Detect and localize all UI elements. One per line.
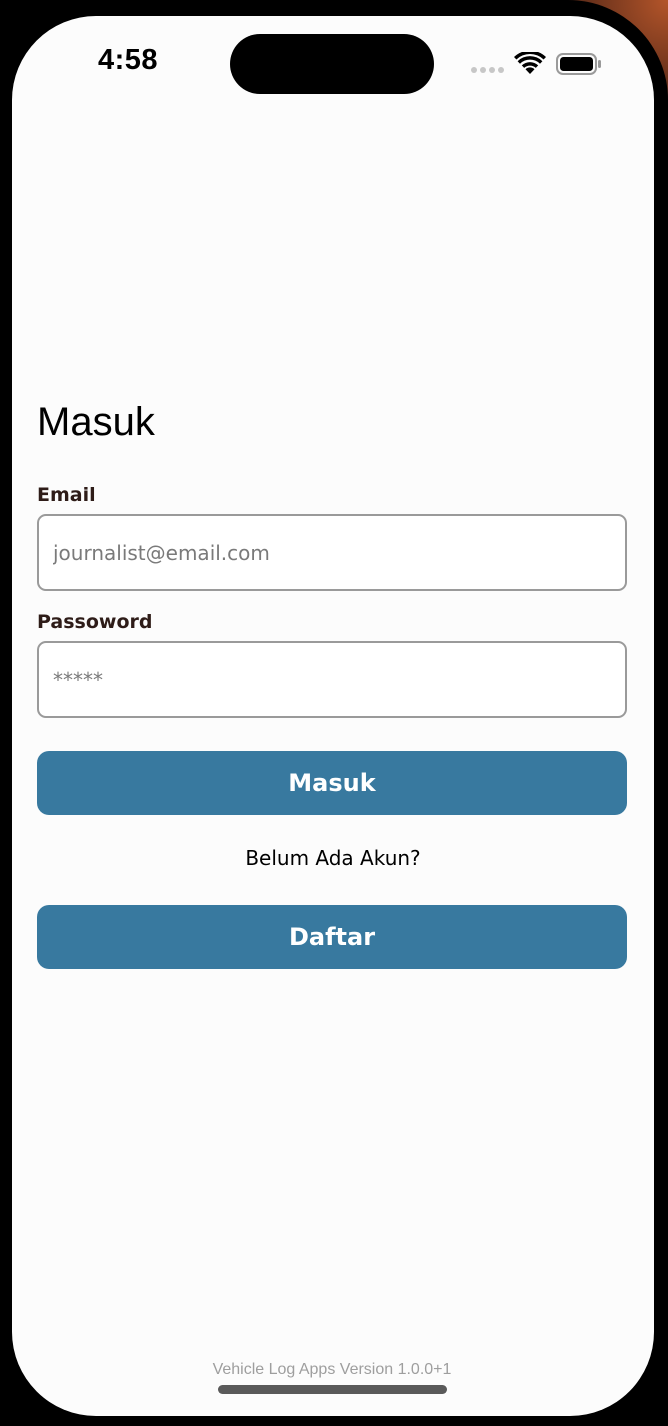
status-time: 4:58: [98, 44, 159, 76]
home-indicator[interactable]: [218, 1385, 447, 1394]
phone-frame: 4:58 Masuk Email Passoword Masuk Belum A…: [0, 0, 668, 1426]
no-account-prompt: Belum Ada Akun?: [245, 846, 421, 870]
login-button[interactable]: Masuk: [37, 751, 627, 815]
email-label: Email: [37, 484, 96, 506]
battery-icon: [556, 53, 601, 75]
app-screen: 4:58 Masuk Email Passoword Masuk Belum A…: [12, 16, 654, 1416]
password-label: Passoword: [37, 611, 153, 633]
email-field[interactable]: [37, 514, 627, 591]
app-version-text: Vehicle Log Apps Version 1.0.0+1: [212, 1361, 452, 1378]
dynamic-island: [230, 34, 434, 94]
password-field[interactable]: [37, 641, 627, 718]
wifi-icon: [514, 52, 546, 74]
page-title: Masuk: [37, 400, 155, 444]
cellular-signal-icon: [471, 67, 505, 73]
register-button[interactable]: Daftar: [37, 905, 627, 969]
